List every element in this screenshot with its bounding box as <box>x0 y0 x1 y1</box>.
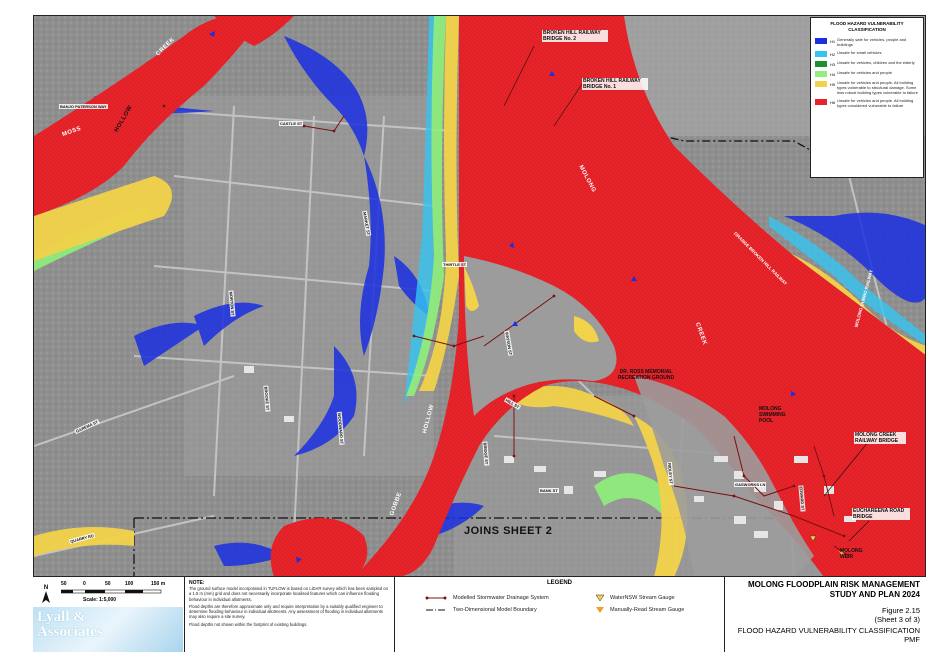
note-paragraph-2: Flood depths are therefore approximate o… <box>189 603 383 620</box>
legend-item-waternsw: WaterNSW Stream Gauge <box>595 594 675 602</box>
hazard-swatch-h2 <box>815 51 827 57</box>
road-label-bank: BANK ST <box>539 488 559 493</box>
legend-item-drainage: Modelled Stormwater Drainage System <box>425 595 549 601</box>
road-label-castle: CASTLE ST <box>279 121 304 126</box>
project-title-line-1: MOLONG FLOODPLAIN RISK MANAGEMENT <box>748 580 920 589</box>
drainage-symbol <box>425 596 447 600</box>
map-frame: MOSS CREEK HOLLOW MOLONG CREEK HOLLOW GO… <box>33 15 926 652</box>
sheet-number: (Sheet 3 of 3) <box>874 615 920 624</box>
hazard-description: Unsafe for vehicles and people <box>837 70 892 75</box>
scale-cell: N 50 0 50 100 150 m Scale: 1:5,000 Lyall… <box>33 577 185 652</box>
place-label-weir: MOLONG WEIR <box>840 548 863 560</box>
road-label-thirtle: THIRTLE ST <box>442 262 468 267</box>
note-paragraph-1: The ground surface model incorporated in… <box>189 586 388 602</box>
hazard-swatch-h1 <box>815 38 827 44</box>
hazard-swatch-h6 <box>815 99 827 105</box>
hazard-description: Unsafe for vehicles and people. All buil… <box>837 80 918 95</box>
north-letter: N <box>44 585 48 591</box>
scale-tick-2: 50 <box>105 581 111 587</box>
design-event: PMF <box>904 635 920 644</box>
hazard-code: H6 <box>830 100 836 105</box>
hazard-legend-row-h4: H4 Unsafe for vehicles and people <box>815 70 919 77</box>
project-title-line-2: STUDY AND PLAN 2024 <box>829 590 920 599</box>
scale-text: Scale: 1:5,000 <box>83 597 117 603</box>
place-label-eucharenna-bridge: EUCHAREENA ROAD BRIDGE <box>852 508 910 520</box>
hazard-legend-row-h2: H2 Unsafe for small vehicles <box>815 50 919 57</box>
manual-gauge-symbol <box>596 607 604 613</box>
hazard-code: H2 <box>830 52 836 57</box>
hazard-description: Unsafe for small vehicles <box>837 50 882 55</box>
road-label-banjo: BANJO PATERSON WAY <box>59 104 108 109</box>
figure-classification: FLOOD HAZARD VULNERABILITY CLASSIFICATIO… <box>737 626 920 635</box>
logo-line-2: Associates <box>37 624 103 640</box>
boundary-symbol <box>426 609 446 611</box>
legend-label-boundary: Two-Dimensional Model Boundary <box>453 607 537 613</box>
map-sheet: MOSS CREEK HOLLOW MOLONG CREEK HOLLOW GO… <box>0 0 940 665</box>
logo-line-1: Lyall & <box>37 609 86 625</box>
hazard-legend-row-h3: H3 Unsafe for vehicles, children and the … <box>815 60 919 67</box>
hazard-code: H3 <box>830 62 836 67</box>
place-label-bridge-1: BROKEN HILL RAILWAY BRIDGE No. 1 <box>582 78 648 90</box>
hazard-description: Unsafe for vehicles and people. All buil… <box>837 98 914 108</box>
company-logo: Lyall & Associates <box>33 607 183 652</box>
hazard-legend-row-h5: H5 Unsafe for vehicles and people. All bu… <box>815 80 919 95</box>
legend-cell: LEGEND Modelled Stormwater Drainage Syst… <box>395 577 725 652</box>
note-paragraph-3: Flood depths not shown within the footpr… <box>189 621 308 627</box>
info-panel: N 50 0 50 100 150 m Scale: 1:5,000 Lyall… <box>33 576 926 652</box>
hazard-legend-row-h1: H1 Generally safe for vehicles, people an… <box>815 37 919 47</box>
notes-cell: NOTE: The ground surface model incorpora… <box>185 577 395 652</box>
waternsw-gauge-symbol <box>595 594 605 602</box>
flood-map <box>34 16 925 577</box>
hazard-description: Generally safe for vehicles, people and … <box>837 37 907 47</box>
legend-label-waternsw: WaterNSW Stream Gauge <box>610 595 675 601</box>
hazard-code: H1 <box>830 39 836 44</box>
hazard-code: H5 <box>830 82 836 87</box>
title-block: MOLONG FLOODPLAIN RISK MANAGEMENT STUDY … <box>725 577 926 652</box>
town-area <box>184 96 434 476</box>
place-label-bridge-2: BROKEN HILL RAILWAY BRIDGE No. 2 <box>542 30 608 42</box>
legend-label-drainage: Modelled Stormwater Drainage System <box>453 595 549 601</box>
hazard-legend-title: FLOOD HAZARD VULNERABILITY CLASSIFICATIO… <box>830 21 904 32</box>
hazard-legend-row-h6: H6 Unsafe for vehicles and people. All bu… <box>815 98 919 108</box>
hazard-swatch-h5 <box>815 81 827 87</box>
legend-heading: LEGEND <box>546 580 572 586</box>
north-arrow: N <box>42 585 50 603</box>
place-label-swimming-pool: MOLONG SWIMMING POOL <box>759 406 786 424</box>
road-label-gasworks: GASWORKS LN <box>734 482 767 487</box>
legend-label-manual: Manually-Read Stream Gauge <box>610 607 685 613</box>
scale-tick-4: 150 m <box>151 581 166 587</box>
hazard-description: Unsafe for vehicles, children and the el… <box>837 60 915 65</box>
scale-tick-0: 50 <box>61 581 67 587</box>
scale-tick-1: 0 <box>83 581 86 587</box>
legend-item-boundary: Two-Dimensional Model Boundary <box>425 607 537 613</box>
place-label-recreation-ground: DR. ROSS MEMORIAL RECREATION GROUND <box>617 369 675 381</box>
scale-tick-3: 100 <box>125 581 134 587</box>
joins-sheet-label: JOINS SHEET 2 <box>464 525 553 537</box>
place-label-railway-bridge: MOLONG CREEK RAILWAY BRIDGE <box>854 432 906 444</box>
hazard-legend-items: H1 Generally safe for vehicles, people an… <box>815 37 919 108</box>
hazard-swatch-h3 <box>815 61 827 67</box>
hazard-code: H4 <box>830 72 836 77</box>
scale-bar <box>61 589 162 594</box>
logo-text: Lyall & Associates <box>37 610 103 640</box>
hazard-legend: FLOOD HAZARD VULNERABILITY CLASSIFICATIO… <box>810 17 924 178</box>
hazard-swatch-h4 <box>815 71 827 77</box>
figure-number: Figure 2.15 <box>882 606 920 615</box>
legend-item-manual: Manually-Read Stream Gauge <box>595 606 684 614</box>
